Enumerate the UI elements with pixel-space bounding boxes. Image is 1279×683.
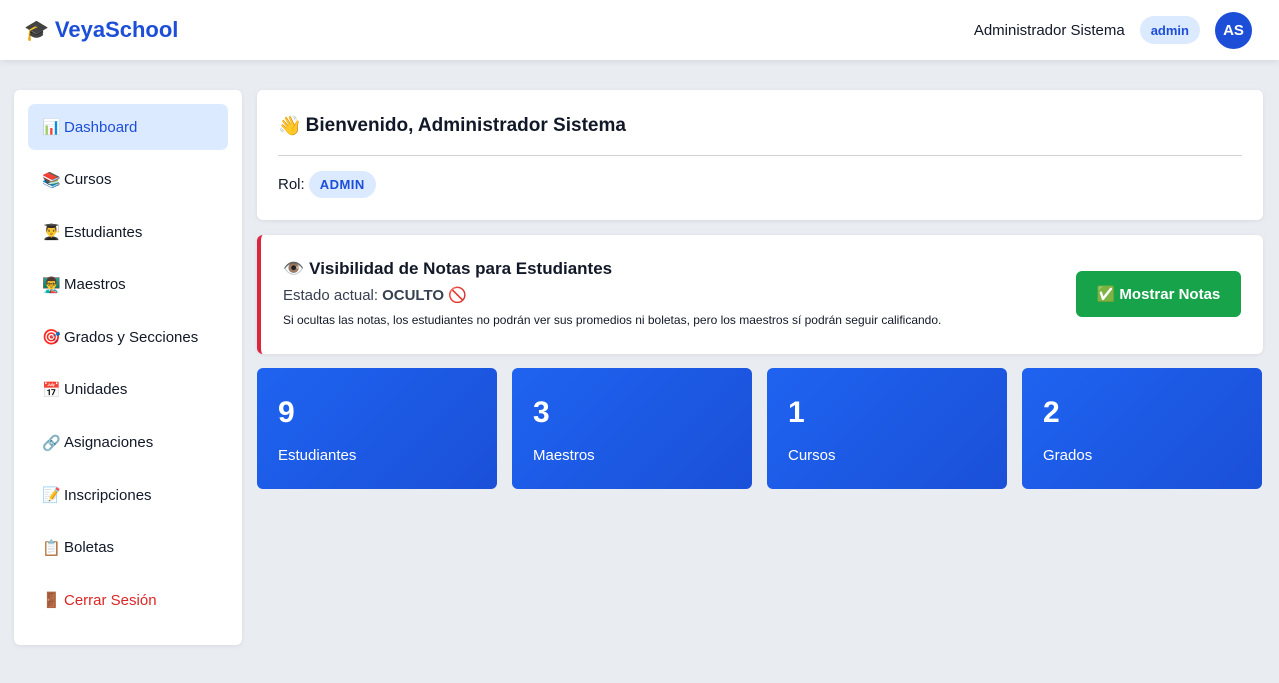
role-row: Rol: ADMIN bbox=[278, 171, 1242, 198]
sidebar-item-unidades[interactable]: 📅 Unidades bbox=[28, 367, 228, 413]
sidebar-item-label: Grados y Secciones bbox=[64, 328, 199, 346]
sidebar-item-maestros[interactable]: 👨‍🏫 Maestros bbox=[28, 262, 228, 308]
sidebar-item-label: Cerrar Sesión bbox=[64, 591, 157, 609]
show-grades-button[interactable]: ✅ Mostrar Notas bbox=[1076, 271, 1241, 317]
stat-value: 9 bbox=[278, 396, 295, 429]
brand-name: VeyaSchool bbox=[54, 17, 179, 42]
stat-card-estudiantes[interactable]: 9 Estudiantes bbox=[257, 368, 497, 489]
sidebar-item-boletas[interactable]: 📋 Boletas bbox=[28, 525, 228, 571]
page-title: 👋 Bienvenido, Administrador Sistema bbox=[278, 114, 1242, 138]
stat-card-maestros[interactable]: 3 Maestros bbox=[512, 368, 752, 489]
sidebar-item-label: Dashboard bbox=[64, 118, 138, 136]
brand-logo[interactable]: 🎓 VeyaSchool bbox=[24, 17, 178, 43]
stat-label: Cursos bbox=[788, 447, 836, 464]
grade-visibility-card: 👁️ Visibilidad de Notas para Estudiantes… bbox=[257, 235, 1263, 354]
user-area: Administrador Sistema admin AS bbox=[973, 11, 1252, 49]
target-icon: 🎯 bbox=[42, 329, 61, 347]
sidebar-item-label: Cursos bbox=[64, 171, 112, 189]
student-icon: 👨‍🎓 bbox=[42, 224, 61, 242]
door-icon: 🚪 bbox=[42, 592, 61, 610]
graduation-cap-icon: 🎓 bbox=[24, 19, 49, 42]
role-label: Rol: bbox=[278, 176, 305, 193]
status-label: Estado actual: bbox=[283, 286, 379, 304]
stat-value: 1 bbox=[788, 396, 805, 429]
stat-value: 3 bbox=[533, 396, 550, 429]
stat-card-grados[interactable]: 2 Grados bbox=[1022, 368, 1262, 489]
memo-icon: 📝 bbox=[42, 487, 61, 505]
role-value-badge: ADMIN bbox=[308, 171, 376, 198]
sidebar-item-logout[interactable]: 🚪 Cerrar Sesión bbox=[28, 577, 228, 623]
sidebar-item-label: Asignaciones bbox=[64, 434, 154, 452]
sidebar-item-label: Estudiantes bbox=[64, 223, 143, 241]
divider bbox=[278, 155, 1242, 156]
user-name: Administrador Sistema bbox=[973, 21, 1125, 39]
sidebar-item-label: Boletas bbox=[64, 539, 115, 557]
welcome-card: 👋 Bienvenido, Administrador Sistema Rol:… bbox=[257, 90, 1263, 220]
stat-label: Estudiantes bbox=[278, 447, 357, 464]
sidebar: 📊 Dashboard 📚 Cursos 👨‍🎓 Estudiantes 👨‍🏫… bbox=[14, 90, 242, 645]
visibility-title-text: Visibilidad de Notas para Estudiantes bbox=[309, 259, 613, 278]
sidebar-item-label: Maestros bbox=[64, 276, 126, 294]
sidebar-item-estudiantes[interactable]: 👨‍🎓 Estudiantes bbox=[28, 209, 228, 255]
bar-chart-icon: 📊 bbox=[42, 119, 61, 136]
prohibited-icon: 🚫 bbox=[448, 287, 467, 304]
top-bar: 🎓 VeyaSchool Administrador Sistema admin… bbox=[0, 0, 1279, 60]
check-icon: ✅ bbox=[1096, 286, 1116, 303]
status-value: OCULTO bbox=[382, 286, 445, 304]
sidebar-item-cursos[interactable]: 📚 Cursos bbox=[28, 157, 228, 203]
eye-icon: 👁️ bbox=[283, 259, 305, 278]
stat-card-cursos[interactable]: 1 Cursos bbox=[767, 368, 1007, 489]
sidebar-item-grados-secciones[interactable]: 🎯 Grados y Secciones bbox=[28, 314, 228, 360]
stat-label: Maestros bbox=[533, 447, 595, 464]
link-icon: 🔗 bbox=[42, 434, 61, 452]
avatar[interactable]: AS bbox=[1215, 11, 1252, 49]
waving-hand-icon: 👋 bbox=[278, 116, 302, 137]
sidebar-item-dashboard[interactable]: 📊 Dashboard bbox=[28, 104, 228, 150]
role-badge: admin bbox=[1139, 16, 1200, 44]
sidebar-item-label: Inscripciones bbox=[64, 486, 152, 504]
teacher-icon: 👨‍🏫 bbox=[42, 276, 61, 294]
show-grades-label: Mostrar Notas bbox=[1119, 285, 1221, 303]
clipboard-icon: 📋 bbox=[42, 539, 61, 557]
sidebar-item-inscripciones[interactable]: 📝 Inscripciones bbox=[28, 472, 228, 518]
calendar-icon: 📅 bbox=[42, 381, 61, 399]
books-icon: 📚 bbox=[42, 171, 61, 189]
stat-label: Grados bbox=[1043, 447, 1093, 464]
sidebar-item-label: Unidades bbox=[64, 381, 128, 399]
stat-value: 2 bbox=[1043, 396, 1060, 429]
sidebar-item-asignaciones[interactable]: 🔗 Asignaciones bbox=[28, 420, 228, 466]
welcome-title-text: Bienvenido, Administrador Sistema bbox=[305, 115, 626, 136]
